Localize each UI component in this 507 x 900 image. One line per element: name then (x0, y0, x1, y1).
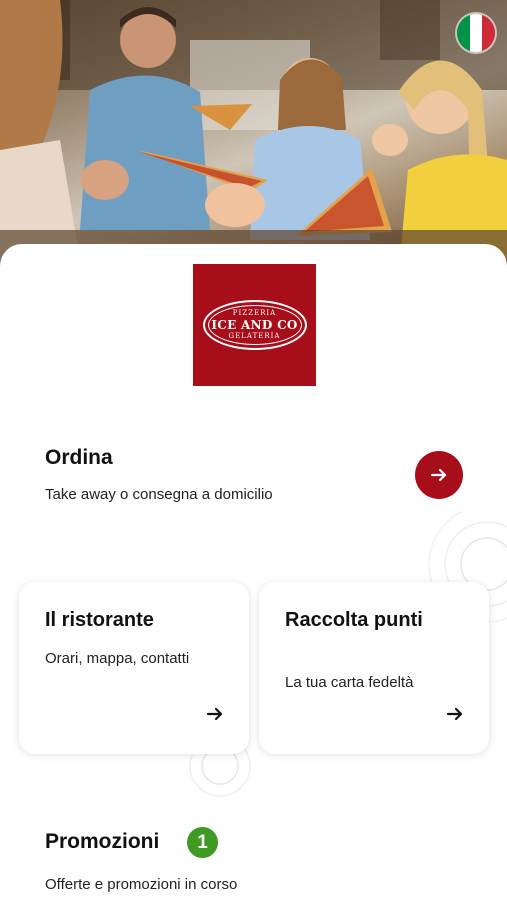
card-loyalty[interactable]: Raccolta punti La tua carta fedeltà (259, 582, 489, 754)
content-sheet: PIZZERIA ICE AND CO GELATERIA Ordina Tak… (0, 244, 507, 900)
logo-main-text: ICE AND CO (211, 318, 298, 332)
logo-oval: PIZZERIA ICE AND CO GELATERIA (202, 300, 307, 350)
hero-photo (0, 0, 507, 270)
order-section[interactable]: Ordina Take away o consegna a domicilio (0, 434, 507, 514)
card-restaurant[interactable]: Il ristorante Orari, mappa, contatti (19, 582, 249, 754)
card-restaurant-title: Il ristorante (45, 609, 154, 631)
arrow-right-icon (206, 707, 223, 721)
hero-illustration (0, 0, 507, 270)
order-arrow-button[interactable] (415, 451, 463, 499)
promotions-title: Promozioni (45, 830, 160, 853)
language-flag-button[interactable] (457, 14, 495, 52)
order-title: Ordina (45, 446, 113, 469)
promotions-subtitle: Offerte e promozioni in corso (45, 876, 238, 893)
logo-top-text: PIZZERIA (232, 309, 277, 317)
card-loyalty-subtitle: La tua carta fedeltà (285, 674, 414, 691)
arrow-right-icon (446, 707, 463, 721)
logo-bottom-text: GELATERIA (228, 332, 281, 340)
card-restaurant-subtitle: Orari, mappa, contatti (45, 650, 190, 667)
promotions-section[interactable]: Promozioni 1 Offerte e promozioni in cor… (0, 824, 507, 900)
arrow-right-icon (430, 468, 447, 482)
order-subtitle: Take away o consegna a domicilio (45, 486, 273, 503)
promotions-count-badge: 1 (187, 827, 218, 858)
restaurant-logo: PIZZERIA ICE AND CO GELATERIA (193, 264, 316, 386)
card-loyalty-title: Raccolta punti (285, 609, 423, 631)
flag-white-stripe (469, 14, 483, 52)
